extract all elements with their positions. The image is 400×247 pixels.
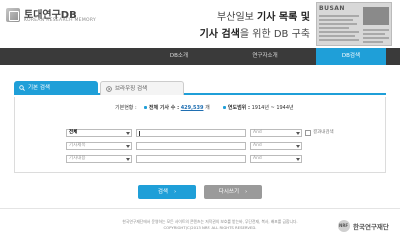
headline-bold-1: 기사 목록 및: [257, 12, 310, 23]
nrf-logo-icon: NRF: [338, 220, 350, 232]
site-header: 토대연구DB KOREAN RESEARCH MEMORY 부산일보 기사 목록…: [0, 0, 400, 48]
bullet-icon: [222, 106, 226, 109]
logo-subtitle: KOREAN RESEARCH MEMORY: [24, 18, 97, 23]
status-label: 기본현황 :: [115, 105, 137, 111]
field-select-value: 기사내용: [69, 156, 86, 161]
operator-select[interactable]: And: [250, 142, 302, 150]
total-label: 전체 기사 수 :: [148, 105, 180, 111]
operator-select[interactable]: And: [250, 129, 302, 137]
triangle-down-icon: [126, 132, 130, 135]
period-label: 연도범위 :: [227, 105, 251, 111]
result-search-label: 결과내검색: [313, 130, 334, 135]
page-headline: 부산일보 기사 목록 및 기사 검색을 위한 DB 구축: [130, 8, 310, 40]
field-select-value: 전체: [69, 130, 78, 135]
field-select[interactable]: 기사내용: [66, 155, 132, 163]
field-select[interactable]: 기사제목: [66, 142, 132, 150]
reset-button-label: 다시쓰기: [218, 189, 240, 195]
text-cursor: [139, 131, 140, 136]
logo-icon: [6, 8, 20, 22]
reset-button[interactable]: 다시쓰기 ›: [204, 185, 262, 199]
operator-select-value: And: [253, 156, 262, 161]
footer-divider: [0, 208, 400, 209]
total-count[interactable]: 429,539: [181, 105, 204, 111]
headline-suffix: 을 위한 DB 구축: [239, 29, 310, 40]
nav-item-db-intro[interactable]: DB소개: [144, 48, 214, 65]
keyword-input[interactable]: [136, 129, 246, 137]
headline-bold-2: 기사 검색: [199, 29, 240, 40]
triangle-down-icon: [296, 132, 300, 135]
main-nav: DB소개 연구자소개 DB검색: [0, 48, 400, 65]
search-panel: 기본현황 : 전체 기사 수 : 429,539 개 연도범위 : 1914년 …: [14, 97, 386, 173]
bullet-icon: [143, 106, 147, 109]
keyword-input[interactable]: [136, 155, 246, 163]
triangle-down-icon: [296, 158, 300, 161]
chevron-right-icon: ›: [245, 189, 248, 195]
browse-icon: [106, 86, 112, 92]
keyword-input[interactable]: [136, 142, 246, 150]
period-value: 1914년 ~ 1944년: [251, 105, 294, 111]
search-button[interactable]: 검색 ›: [138, 185, 196, 199]
total-unit: 개: [205, 105, 210, 111]
triangle-down-icon: [126, 145, 130, 148]
nav-item-researchers[interactable]: 연구자소개: [230, 48, 300, 65]
search-button-label: 검색: [157, 189, 168, 195]
tab-browse-search[interactable]: 브라우징 검색: [100, 81, 184, 95]
operator-select[interactable]: And: [250, 155, 302, 163]
site-logo[interactable]: 토대연구DB KOREAN RESEARCH MEMORY: [6, 6, 102, 28]
tab-basic-label: 기본 검색: [28, 85, 50, 91]
nrf-logo[interactable]: NRF 한국연구재단: [338, 219, 394, 233]
newspaper-mast: BUSAN: [319, 5, 345, 12]
stats-line: 기본현황 : 전체 기사 수 : 429,539 개 연도범위 : 1914년 …: [115, 104, 294, 111]
field-select-value: 기사제목: [69, 143, 86, 148]
footer-copyright: COPYRIGHT(C)2013 NRF. ALL RIGHTS RESERVE…: [163, 225, 257, 230]
nav-item-db-search[interactable]: DB검색: [316, 48, 386, 65]
operator-select-value: And: [253, 130, 262, 135]
chevron-right-icon: ›: [173, 189, 177, 195]
footer-text: 한국연구재단에서 운영하는 모든 사이트의 콘텐츠는 저작권의 보호를 받는바,…: [90, 219, 330, 231]
headline-prefix: 부산일보: [217, 12, 258, 23]
operator-select-value: And: [253, 143, 262, 148]
field-select[interactable]: 전체: [66, 129, 132, 137]
nrf-logo-text: 한국연구재단: [353, 223, 389, 231]
tab-browse-label: 브라우징 검색: [115, 86, 148, 92]
triangle-down-icon: [296, 145, 300, 148]
tab-basic-search[interactable]: 기본 검색: [14, 81, 98, 95]
newspaper-image: BUSAN: [316, 2, 392, 46]
search-tabs: 기본 검색 브라우징 검색: [14, 81, 386, 95]
result-search-checkbox[interactable]: [305, 130, 311, 136]
magnifier-icon: [19, 85, 25, 91]
triangle-down-icon: [126, 158, 130, 161]
